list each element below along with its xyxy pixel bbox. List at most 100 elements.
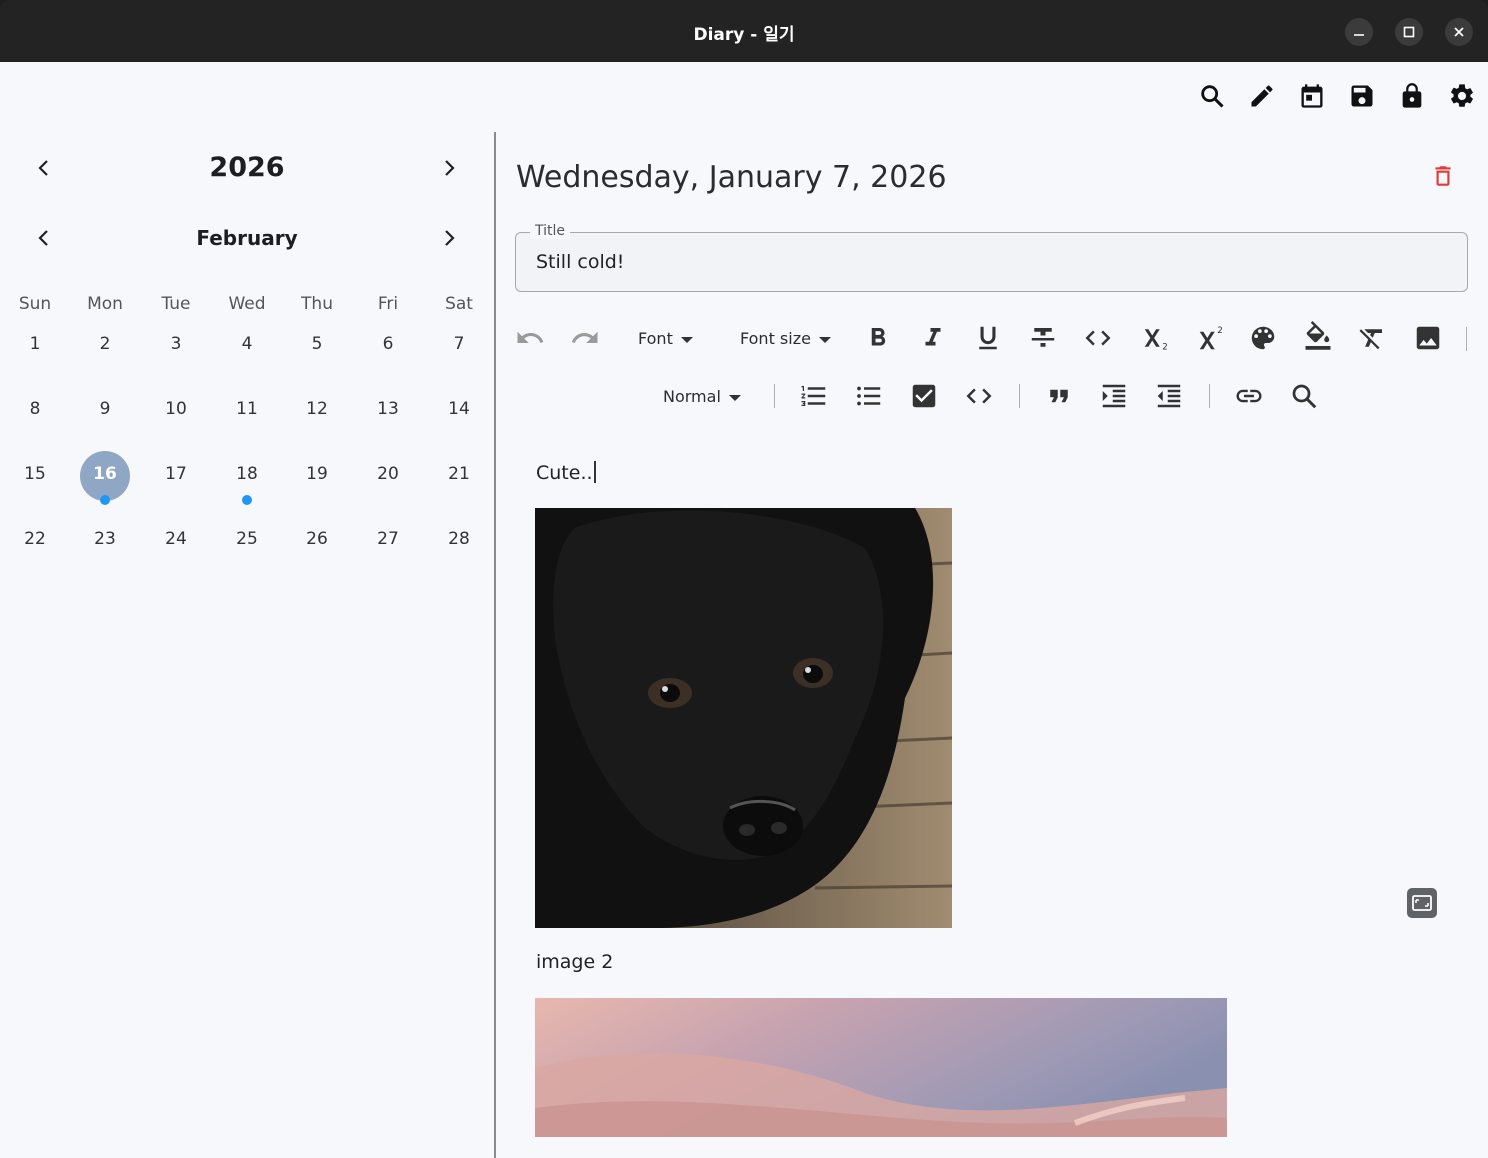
font-dropdown-label: Font (638, 329, 673, 348)
calendar-day[interactable]: 27 (358, 529, 418, 549)
image-resize-button[interactable] (1407, 888, 1437, 918)
calendar-day[interactable]: 6 (358, 334, 418, 354)
quote-button[interactable] (1044, 381, 1074, 411)
toolbar-separator (1019, 384, 1020, 408)
calendar-day[interactable]: 23 (75, 529, 135, 549)
calendar-day[interactable]: 20 (358, 464, 418, 484)
save-button[interactable] (1348, 82, 1376, 110)
redo-button[interactable] (570, 323, 600, 353)
minimize-button[interactable] (1345, 18, 1373, 46)
weekday-label: Sun (18, 294, 52, 314)
subscript-button[interactable]: 2 (1141, 323, 1171, 353)
panel-divider[interactable] (494, 132, 496, 1158)
calendar-day[interactable]: 19 (287, 464, 347, 484)
calendar-day[interactable]: 1 (5, 334, 65, 354)
calendar-day[interactable]: 18 (217, 464, 277, 484)
calendar-day[interactable]: 9 (75, 399, 135, 419)
calendar-week: 8 9 10 11 12 13 14 (0, 399, 494, 439)
search-button[interactable] (1198, 82, 1226, 110)
superscript-button[interactable]: 2 (1196, 323, 1226, 353)
bullet-list-button[interactable] (854, 381, 884, 411)
calendar-day[interactable]: 21 (429, 464, 489, 484)
trash-icon (1435, 166, 1451, 186)
calendar-day[interactable]: 28 (429, 529, 489, 549)
next-year-button[interactable] (437, 156, 461, 180)
calendar-day[interactable]: 12 (287, 399, 347, 419)
bold-icon (871, 328, 886, 346)
maximize-button[interactable] (1395, 18, 1423, 46)
chevron-right-icon (445, 230, 455, 246)
calendar-day[interactable]: 2 (75, 334, 135, 354)
lock-button[interactable] (1398, 82, 1426, 110)
edit-icon (1251, 85, 1273, 107)
checklist-button[interactable] (909, 381, 939, 411)
block-style-dropdown[interactable]: Normal (663, 387, 741, 406)
code-block-button[interactable] (964, 381, 994, 411)
calendar-day[interactable]: 15 (5, 464, 65, 484)
calendar-day[interactable]: 5 (287, 334, 347, 354)
calendar-day[interactable]: 8 (5, 399, 65, 419)
calendar-button[interactable] (1298, 82, 1326, 110)
clear-format-button[interactable] (1357, 323, 1387, 353)
delete-entry-button[interactable] (1430, 163, 1456, 189)
calendar-day[interactable]: 13 (358, 399, 418, 419)
insert-link-button[interactable] (1234, 381, 1264, 411)
undo-icon (517, 331, 544, 343)
settings-button[interactable] (1448, 82, 1476, 110)
next-month-button[interactable] (437, 226, 461, 250)
calendar-day[interactable]: 24 (146, 529, 206, 549)
calendar-day-selected[interactable]: 16 (75, 464, 135, 484)
calendar-day[interactable]: 3 (146, 334, 206, 354)
month-label: February (196, 226, 298, 250)
title-field[interactable]: Title Still cold! (515, 223, 1468, 292)
svg-text:2: 2 (1217, 326, 1223, 336)
inline-code-button[interactable] (1083, 323, 1113, 353)
calendar-day[interactable]: 22 (5, 529, 65, 549)
calendar-day[interactable]: 4 (217, 334, 277, 354)
outdent-button[interactable] (1154, 381, 1184, 411)
code-icon (1085, 330, 1111, 346)
close-button[interactable] (1445, 18, 1473, 46)
highlight-color-button[interactable] (1303, 321, 1333, 351)
superscript-icon: 2 (1199, 326, 1223, 350)
numbered-list-icon (801, 386, 826, 406)
undo-button[interactable] (515, 323, 545, 353)
outdent-icon (1157, 384, 1181, 408)
italic-button[interactable] (918, 323, 948, 353)
edit-button[interactable] (1248, 82, 1276, 110)
text-color-button[interactable] (1248, 323, 1278, 353)
close-icon (1454, 27, 1464, 37)
insert-image-button[interactable] (1413, 323, 1443, 353)
sky-photo-graphic (535, 998, 1227, 1137)
strikethrough-button[interactable] (1028, 323, 1058, 353)
calendar-day[interactable]: 26 (287, 529, 347, 549)
calendar-day[interactable]: 17 (146, 464, 206, 484)
subscript-icon: 2 (1144, 329, 1168, 352)
entry-body-text[interactable]: Cute.. (536, 461, 596, 484)
sky-photo[interactable] (535, 998, 1227, 1137)
search-icon (1292, 384, 1317, 409)
indent-button[interactable] (1099, 381, 1129, 411)
calendar-day[interactable]: 14 (429, 399, 489, 419)
entry-indicator-dot (100, 495, 110, 505)
calendar-day[interactable]: 10 (146, 399, 206, 419)
find-in-text-button[interactable] (1289, 381, 1319, 411)
weekday-label: Wed (228, 294, 266, 314)
calendar-day[interactable]: 25 (217, 529, 277, 549)
numbered-list-button[interactable] (799, 381, 829, 411)
calendar-day[interactable]: 7 (429, 334, 489, 354)
dog-photo[interactable] (535, 508, 952, 928)
year-navigator: 2026 (0, 148, 494, 188)
title-input[interactable]: Still cold! (536, 251, 624, 273)
redo-icon (571, 331, 598, 343)
text-cursor (593, 461, 596, 483)
calendar-day[interactable]: 11 (217, 399, 277, 419)
calendar-week: 22 23 24 25 26 27 28 (0, 529, 494, 569)
underline-button[interactable] (973, 323, 1003, 353)
fill-color-icon (1305, 321, 1331, 350)
image-2-caption[interactable]: image 2 (536, 951, 613, 973)
font-size-dropdown[interactable]: Font size (740, 329, 831, 348)
font-dropdown[interactable]: Font (638, 329, 693, 348)
bold-button[interactable] (863, 323, 893, 353)
dog-photo-graphic (535, 508, 952, 928)
